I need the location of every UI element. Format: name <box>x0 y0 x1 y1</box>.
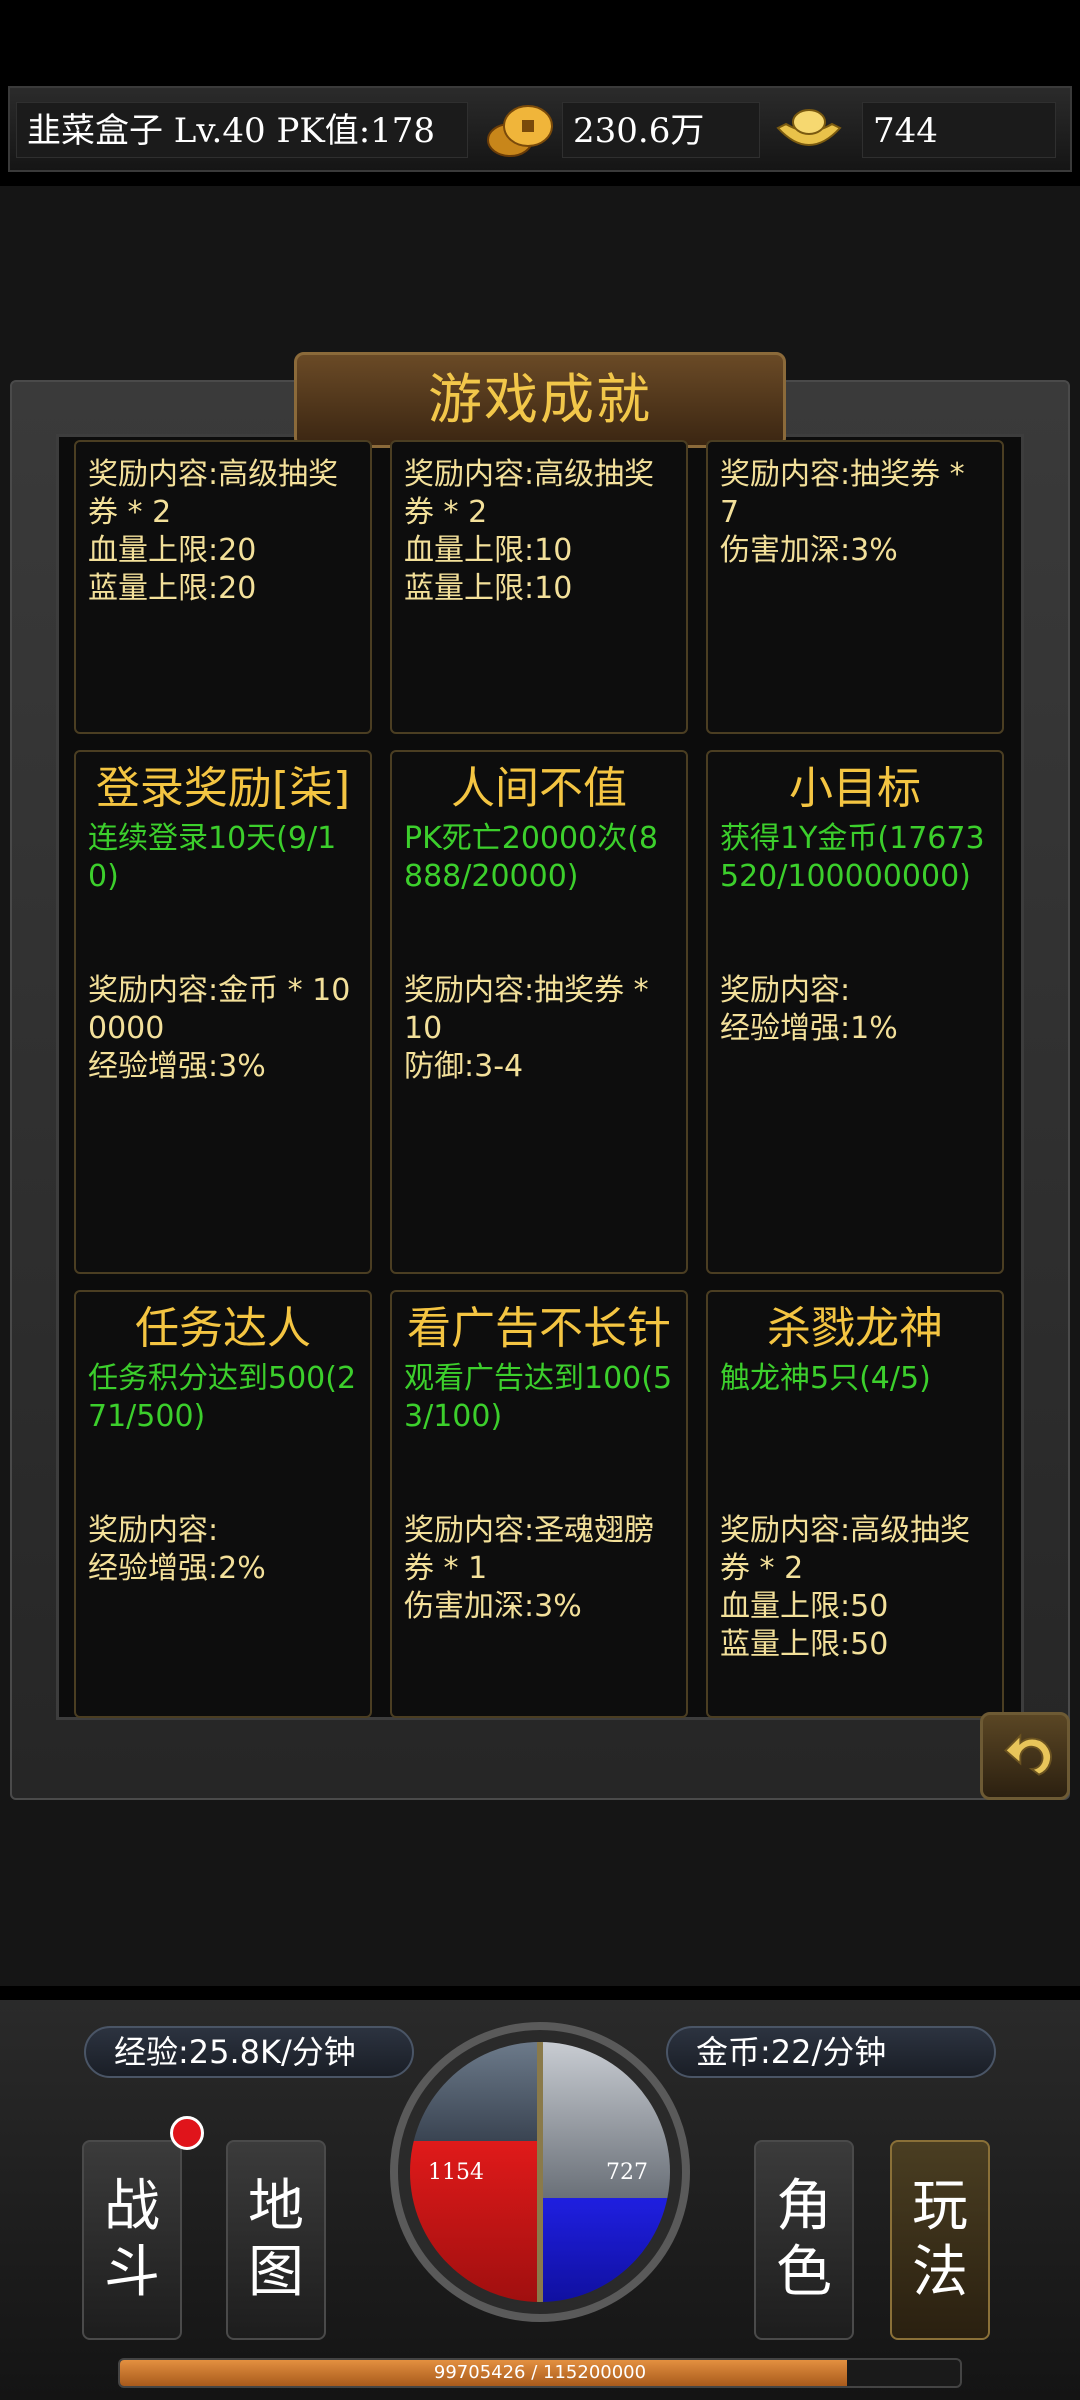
card-reward: 奖励内容: <box>88 1513 219 1548</box>
ingot-icon <box>776 109 842 146</box>
card-reward-line: 经验增强:1% <box>720 1011 898 1046</box>
gold-rate: 金币:22/分钟 <box>666 2026 996 2078</box>
card-reward-line: 伤害加深:3% <box>720 533 898 568</box>
achievement-card[interactable]: 看广告不长针 观看广告达到100(53/100) 奖励内容:圣魂翅膀券 * 1 … <box>390 1290 688 1718</box>
hp-mp-orb: 1154 727 <box>410 2042 670 2302</box>
achievement-card[interactable]: 任务达人 任务积分达到500(271/500) 奖励内容: 经验增强:2% <box>74 1290 372 1718</box>
card-condition: 观看广告达到100(53/100) <box>404 1361 673 1434</box>
orb-divider <box>537 2042 543 2302</box>
map-button-label: 地图 <box>248 2174 304 2305</box>
back-button[interactable] <box>980 1712 1070 1800</box>
card-reward-line: 蓝量上限:10 <box>404 571 573 606</box>
card-reward-line: 防御:3-4 <box>404 1049 524 1084</box>
card-title: 登录奖励[柒] <box>95 763 351 814</box>
ingot-amount: 744 <box>862 102 1056 158</box>
play-button[interactable]: 玩法 <box>890 2140 990 2340</box>
card-reward-line: 血量上限:20 <box>88 533 257 568</box>
gold-coin-icon <box>487 105 553 157</box>
card-reward: 奖励内容:圣魂翅膀券 * 1 <box>404 1513 655 1586</box>
exp-text: 99705426 / 115200000 <box>433 2362 647 2383</box>
card-condition: PK死亡20000次(8888/20000) <box>404 821 658 894</box>
card-reward: 奖励内容:抽奖券 * 7 <box>720 457 965 530</box>
card-condition: 触龙神5只(4/5) <box>720 1361 931 1396</box>
card-title: 任务达人 <box>135 1303 311 1354</box>
card-reward-line: 血量上限:50 <box>720 1589 889 1624</box>
gold-amount: 230.6万 <box>562 102 760 158</box>
achievement-card[interactable]: 奖励内容:高级抽奖券 * 2 血量上限:10 蓝量上限:10 <box>390 440 688 734</box>
card-reward-line: 经验增强:3% <box>88 1049 266 1084</box>
card-title: 小目标 <box>789 763 921 814</box>
card-reward: 奖励内容:高级抽奖券 * 2 <box>720 1513 971 1586</box>
role-button-label: 角色 <box>776 2174 832 2305</box>
achievement-card[interactable]: 杀戮龙神 触龙神5只(4/5) 奖励内容:高级抽奖券 * 2 血量上限:50 蓝… <box>706 1290 1004 1718</box>
mp-orb-half <box>540 2042 670 2302</box>
card-title: 看广告不长针 <box>407 1303 671 1354</box>
achievement-card[interactable]: 奖励内容:高级抽奖券 * 2 血量上限:20 蓝量上限:20 <box>74 440 372 734</box>
card-condition: 任务积分达到500(271/500) <box>88 1361 357 1434</box>
achievement-card[interactable]: 人间不值 PK死亡20000次(8888/20000) 奖励内容:抽奖券 * 1… <box>390 750 688 1274</box>
role-button[interactable]: 角色 <box>754 2140 854 2340</box>
card-reward-line: 血量上限:10 <box>404 533 573 568</box>
card-reward: 奖励内容:抽奖券 * 10 <box>404 973 649 1046</box>
player-info: 韭菜盒子 Lv.40 PK值:178 <box>16 102 468 158</box>
battle-button-label: 战斗 <box>104 2174 160 2305</box>
card-reward-line: 蓝量上限:20 <box>88 571 257 606</box>
panel-title: 游戏成就 <box>428 368 652 431</box>
achievement-card[interactable]: 登录奖励[柒] 连续登录10天(9/10) 奖励内容:金币 * 100000 经… <box>74 750 372 1274</box>
card-condition: 获得1Y金币(17673520/100000000) <box>720 821 985 894</box>
card-condition: 连续登录10天(9/10) <box>88 821 337 894</box>
card-reward: 奖励内容:金币 * 100000 <box>88 973 351 1046</box>
achievement-card[interactable]: 奖励内容:抽奖券 * 7 伤害加深:3% <box>706 440 1004 734</box>
return-arrow-icon <box>1004 1733 1052 1776</box>
card-reward: 奖励内容:高级抽奖券 * 2 <box>88 457 339 530</box>
map-button[interactable]: 地图 <box>226 2140 326 2340</box>
achievement-card[interactable]: 小目标 获得1Y金币(17673520/100000000) 奖励内容: 经验增… <box>706 750 1004 1274</box>
card-reward-line: 伤害加深:3% <box>404 1589 582 1624</box>
card-reward-line: 经验增强:2% <box>88 1551 266 1586</box>
notification-dot <box>170 2116 204 2150</box>
exp-rate: 经验:25.8K/分钟 <box>84 2026 414 2078</box>
mp-value: 727 <box>606 2160 648 2185</box>
card-title: 人间不值 <box>451 763 627 814</box>
card-reward: 奖励内容: <box>720 973 851 1008</box>
card-reward-line: 蓝量上限:50 <box>720 1627 889 1662</box>
battle-button[interactable]: 战斗 <box>82 2140 182 2340</box>
card-reward: 奖励内容:高级抽奖券 * 2 <box>404 457 655 530</box>
hp-value: 1154 <box>428 2160 484 2185</box>
panel-title-plate: 游戏成就 <box>294 352 786 448</box>
play-button-label: 玩法 <box>912 2174 968 2305</box>
card-title: 杀戮龙神 <box>767 1303 943 1354</box>
